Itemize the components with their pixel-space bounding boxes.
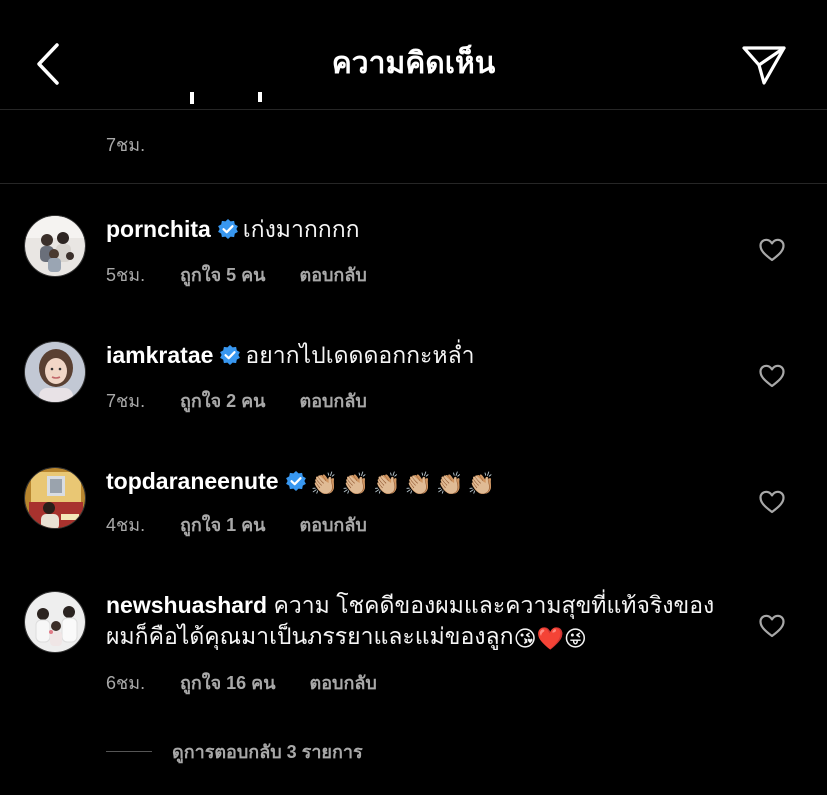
comment-username[interactable]: topdaraneenute (106, 468, 279, 494)
view-replies-divider (106, 751, 152, 752)
heart-icon[interactable] (758, 362, 786, 390)
comment-time: 5ชม. (106, 265, 146, 285)
comment-username[interactable]: pornchita (106, 216, 211, 242)
comment-time: 4ชม. (106, 515, 146, 535)
comment-body: iamkratae อยากไปเดดดอกกะหล่ำ (106, 340, 737, 374)
comment-meta: 5ชม. ถูกใจ 5 คน ตอบกลับ (106, 260, 367, 289)
avatar[interactable] (24, 341, 86, 403)
page-title: ความคิดเห็น (331, 47, 496, 80)
kissing-face-emoji: 😘 (513, 626, 537, 651)
comment-text: อยากไปเดดดอกกะหล่ำ (245, 342, 475, 368)
heart-icon[interactable] (758, 236, 786, 264)
share-button[interactable] (738, 40, 790, 90)
divider (0, 183, 827, 184)
likes-count-link[interactable]: ถูกใจ 16 คน (180, 668, 276, 697)
likes-count-link[interactable]: ถูกใจ 2 คน (180, 386, 266, 415)
comment-text: เก่งมากกกก (242, 216, 360, 242)
likes-count-link[interactable]: ถูกใจ 1 คน (180, 510, 266, 539)
comment-username[interactable]: newshuashard (106, 592, 267, 618)
comment-meta: 7ชม. ถูกใจ 2 คน ตอบกลับ (106, 386, 367, 415)
previous-comment-time: 7ชม. (106, 135, 146, 155)
comment-text: ความ โชคดีของผมและความสุขที่แท้จริงของ (273, 592, 715, 618)
avatar[interactable] (24, 467, 86, 529)
heart-icon[interactable] (758, 488, 786, 516)
comment-meta: 4ชม. ถูกใจ 1 คน ตอบกลับ (106, 510, 367, 539)
comment-meta: 6ชม. ถูกใจ 16 คน ตอบกลับ (106, 668, 377, 697)
avatar[interactable] (24, 215, 86, 277)
likes-count-link[interactable]: ถูกใจ 5 คน (180, 260, 266, 289)
winking-tongue-emoji: 😜 (563, 626, 587, 651)
comment-time: 7ชม. (106, 391, 146, 411)
reply-button[interactable]: ตอบกลับ (300, 386, 367, 415)
comment-time: 6ชม. (106, 673, 146, 693)
red-heart-emoji: ❤️ (536, 626, 564, 651)
view-replies-label: ดูการตอบกลับ 3 รายการ (172, 742, 363, 762)
comment-body: pornchita เก่งมากกกก (106, 214, 737, 248)
reply-button[interactable]: ตอบกลับ (300, 260, 367, 289)
comment-text-line2: ผมก็คือได้คุณมาเป็นภรรยาและแม่ของลูก (106, 623, 514, 649)
verified-badge-icon (219, 343, 241, 374)
verified-badge-icon (285, 469, 307, 500)
comment-body: newshuashard ความ โชคดีของผมและความสุขที… (106, 590, 737, 654)
reply-button[interactable]: ตอบกลับ (310, 668, 377, 697)
comment-body: topdaraneenute 👏🏼👏🏼👏🏼👏🏼👏🏼👏🏼 (106, 466, 737, 500)
avatar[interactable] (24, 591, 86, 653)
comment-username[interactable]: iamkratae (106, 342, 213, 368)
view-replies-button[interactable]: ดูการตอบกลับ 3 รายการ (106, 737, 363, 766)
comment-text: 👏🏼👏🏼👏🏼👏🏼👏🏼👏🏼 (310, 471, 499, 496)
header-bar: ความคิดเห็น (0, 0, 827, 110)
reply-button[interactable]: ตอบกลับ (300, 510, 367, 539)
verified-badge-icon (217, 217, 239, 248)
previous-comment-fragment (160, 92, 280, 112)
paper-plane-icon (742, 46, 786, 85)
heart-icon[interactable] (758, 612, 786, 640)
